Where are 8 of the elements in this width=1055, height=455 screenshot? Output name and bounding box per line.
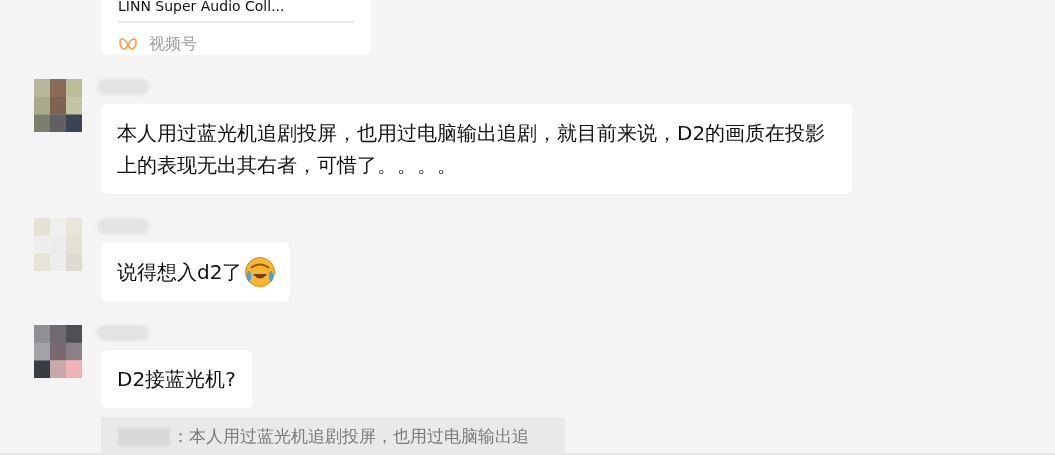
quoted-message: ：本人用过蓝光机追剧投屏，也用过电脑输出追 bbox=[101, 417, 565, 453]
emoji-icon bbox=[244, 256, 277, 288]
message-bubble: 本人用过蓝光机追剧投屏，也用过电脑输出追剧，就目前来说，D2的画质在投影上的表现无出其右者，可惜了。。。。 bbox=[101, 104, 852, 194]
message-bubble: 说得想入d2了 bbox=[101, 243, 291, 301]
message-bubble: D2接蓝光机? bbox=[101, 350, 252, 408]
video-title: LINN Super Audio Coll... bbox=[118, 0, 286, 16]
video-card[interactable]: LINN Super Audio Coll... 视频号 bbox=[101, 0, 371, 55]
video-source: 视频号 bbox=[149, 34, 197, 55]
